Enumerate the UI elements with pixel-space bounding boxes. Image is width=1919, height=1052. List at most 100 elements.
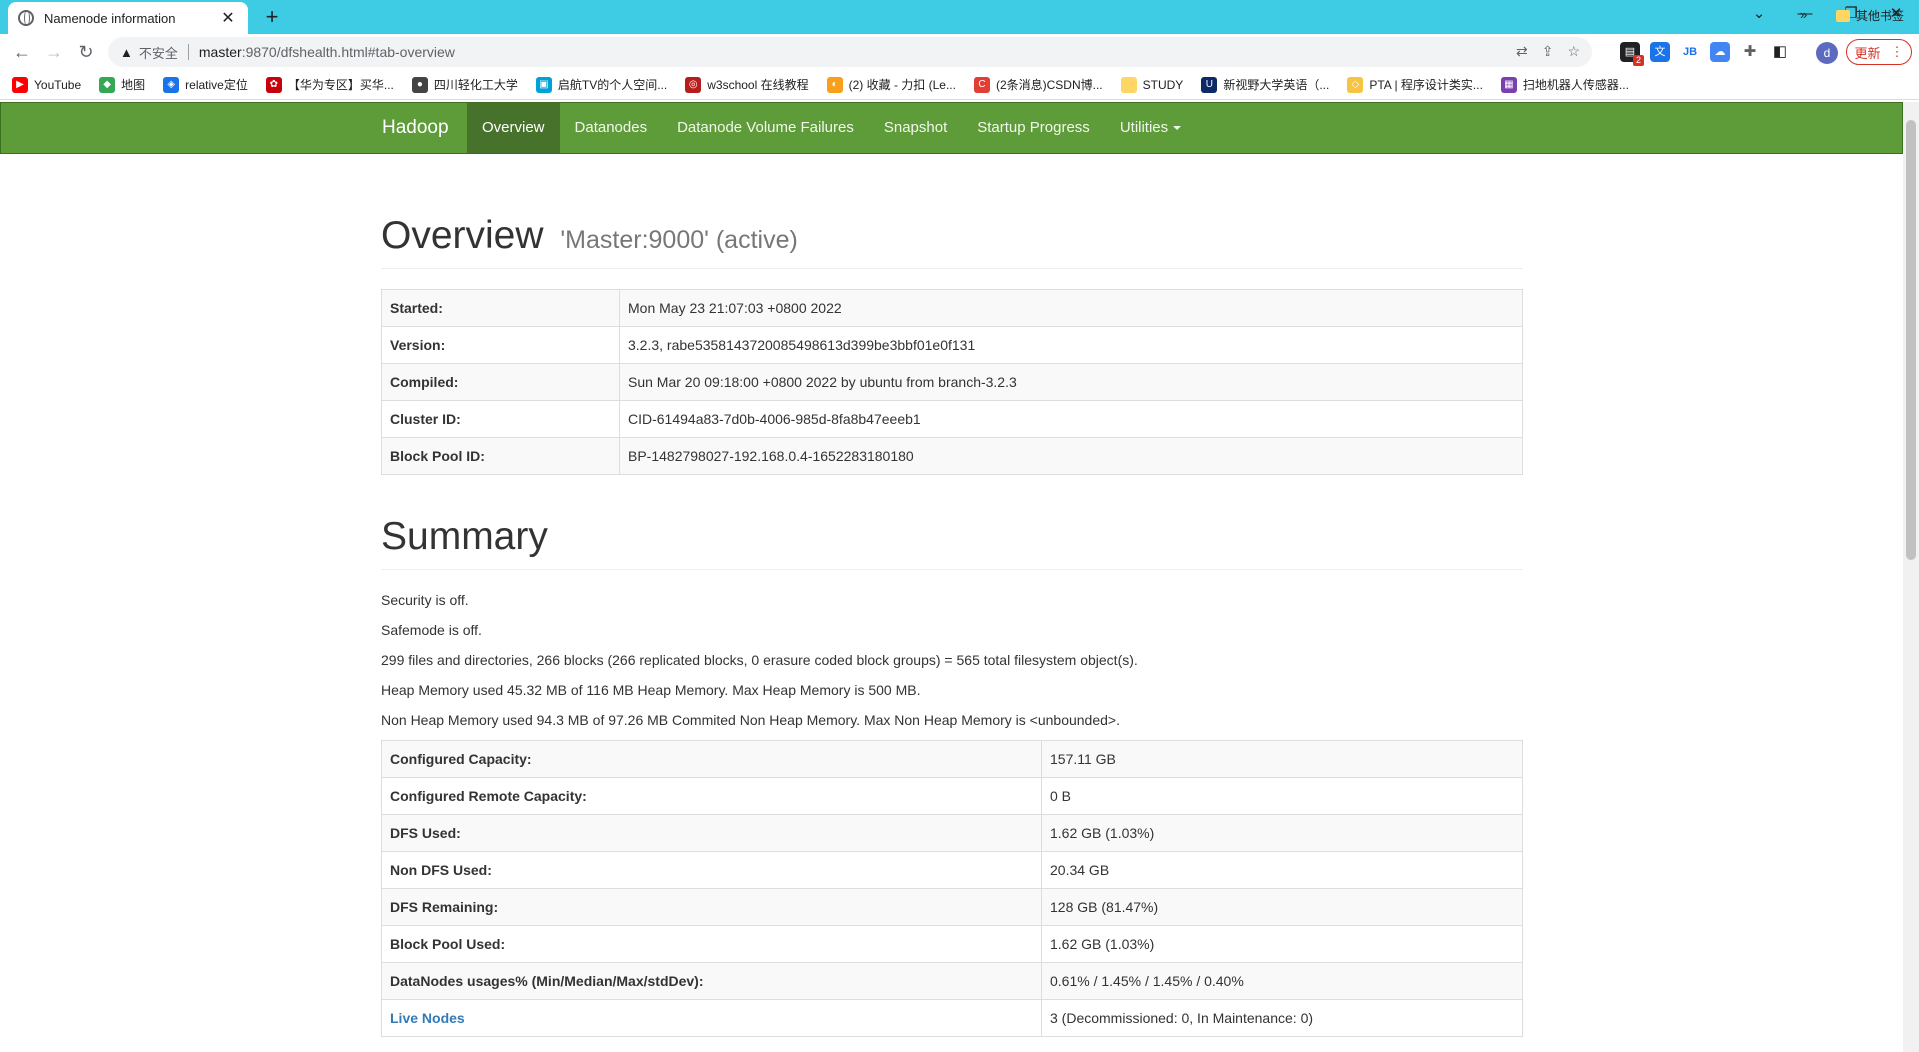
bookmark-item[interactable]: ◆ 地图 <box>99 76 145 93</box>
bookmark-item[interactable]: U 新视野大学英语（... <box>1201 76 1329 93</box>
overview-table: Started: Mon May 23 21:07:03 +0800 2022 Ve… <box>381 289 1523 475</box>
bookmark-favicon-icon: C <box>973 76 990 93</box>
row-value: Sun Mar 20 09:18:00 +0800 2022 by ubuntu… <box>619 363 1523 401</box>
bookmark-label: 启航TV的个人空间... <box>557 78 668 92</box>
puzzle-icon[interactable]: ✚ <box>1740 42 1760 62</box>
nav-startup-progress[interactable]: Startup Progress <box>962 103 1105 153</box>
row-label: Non DFS Used: <box>381 851 1042 889</box>
omnibox-divider <box>187 44 189 60</box>
other-bookmarks-folder[interactable]: 其他书签 <box>1836 7 1904 24</box>
bookmark-item[interactable]: ▶ YouTube <box>12 76 82 93</box>
summary-line: Security is off. <box>381 592 469 608</box>
row-label: DataNodes usages% (Min/Median/Max/stdDev… <box>381 962 1042 1000</box>
row-value: 3 (Decommissioned: 0, In Maintenance: 0) <box>1041 999 1523 1037</box>
nav-snapshot[interactable]: Snapshot <box>869 103 962 153</box>
kebab-menu-icon: ⋮ <box>1890 44 1904 59</box>
live-nodes-link[interactable]: Live Nodes <box>390 1010 465 1026</box>
insecure-label: 不安全 <box>138 45 178 61</box>
summary-title: Summary <box>381 515 548 558</box>
side-panel-icon[interactable]: ◧ <box>1770 42 1790 62</box>
table-row: Configured Remote Capacity: 0 B <box>381 777 1523 815</box>
address-bar[interactable]: ▲ 不安全 master:9870/dfshealth.html#tab-ove… <box>108 37 1592 67</box>
table-row: Non DFS Used: 20.34 GB <box>381 851 1523 889</box>
update-button[interactable]: 更新 ⋮ <box>1846 39 1912 65</box>
bookmark-label: 扫地机器人传感器... <box>1522 78 1629 92</box>
bookmark-item[interactable]: ✿ 【华为专区】买华... <box>265 76 394 93</box>
translate-extension-icon[interactable]: 文 <box>1650 42 1670 62</box>
reload-icon[interactable]: ↻ <box>74 40 98 64</box>
nav-datanode-volume-failures[interactable]: Datanode Volume Failures <box>662 103 869 153</box>
bookmark-item[interactable]: ◐ (2) 收藏 - 力扣 (Le... <box>826 76 956 93</box>
browser-tab[interactable]: Namenode information ✕ <box>8 2 248 34</box>
table-row: DFS Used: 1.62 GB (1.03%) <box>381 814 1523 852</box>
browser-tab-strip: Namenode information ✕ + ⌄ — ❐ ✕ <box>0 0 1919 34</box>
table-row: Compiled: Sun Mar 20 09:18:00 +0800 2022 … <box>381 363 1523 401</box>
bookmark-item[interactable]: ◇ PTA | 程序设计类实... <box>1347 76 1483 93</box>
navbar-brand[interactable]: Hadoop <box>382 103 449 153</box>
warning-triangle-icon: ▲ <box>120 44 133 60</box>
bookmark-favicon-icon: ✿ <box>265 76 282 93</box>
forward-arrow-icon[interactable]: → <box>42 40 66 64</box>
bookmarks-overflow-icon[interactable]: » <box>1800 7 1807 22</box>
share-icon[interactable]: ⇪ <box>1542 43 1554 60</box>
browser-toolbar: ← → ↻ ▲ 不安全 master:9870/dfshealth.html#t… <box>0 34 1919 70</box>
extension-icons: ▤ 2 文 JB ☁ ✚ ◧ <box>1620 42 1790 66</box>
tab-close-icon[interactable]: ✕ <box>218 8 238 28</box>
row-value: 3.2.3, rabe5358143720085498613d399be3bbf… <box>619 326 1523 364</box>
cloud-extension-icon[interactable]: ☁ <box>1710 42 1730 62</box>
caret-down-icon <box>1173 126 1182 131</box>
new-tab-button[interactable]: + <box>258 4 286 32</box>
bookmark-item[interactable]: ▣ 启航TV的个人空间... <box>535 76 668 93</box>
translate-icon[interactable]: ⇄ <box>1516 43 1528 60</box>
bookmark-item[interactable]: ◈ relative定位 <box>163 76 248 93</box>
nav-utilities-dropdown[interactable]: Utilities <box>1105 103 1196 153</box>
profile-avatar[interactable]: d <box>1816 42 1838 64</box>
summary-table: Configured Capacity: 157.11 GB Configured … <box>381 740 1523 1037</box>
bookmark-favicon-icon: ▶ <box>12 76 28 93</box>
bookmark-item[interactable]: ● 四川轻化工大学 <box>411 76 518 93</box>
table-row: Block Pool Used: 1.62 GB (1.03%) <box>381 925 1523 963</box>
extension-badge-count: 2 <box>1633 55 1644 66</box>
bookmark-favicon-icon: ▦ <box>1500 76 1517 93</box>
url-host: master <box>198 44 242 60</box>
bookmark-item[interactable]: STUDY <box>1120 76 1184 93</box>
url-path: :9870/dfshealth.html#tab-overview <box>241 44 455 60</box>
page-scrollbar[interactable] <box>1903 102 1919 1052</box>
bookmark-favicon-icon <box>1120 76 1137 93</box>
extension-badge-icon[interactable]: ▤ 2 <box>1620 42 1644 66</box>
back-arrow-icon[interactable]: ← <box>10 40 34 64</box>
nav-overview[interactable]: Overview <box>467 103 560 153</box>
row-label: Version: <box>381 326 620 364</box>
jetbrains-extension-icon[interactable]: JB <box>1680 42 1700 62</box>
table-row: Version: 3.2.3, rabe5358143720085498613d3… <box>381 326 1523 364</box>
bookmark-favicon-icon: ◐ <box>826 76 843 93</box>
summary-line: Heap Memory used 45.32 MB of 116 MB Heap… <box>381 682 921 698</box>
bookmark-favicon-icon: ◈ <box>163 76 180 93</box>
bookmark-label: YouTube <box>34 77 82 92</box>
bookmark-label: (2) 收藏 - 力扣 (Le... <box>848 78 956 92</box>
globe-icon <box>18 10 34 26</box>
summary-status-lines: Security is off. Safemode is off. 299 file… <box>381 590 1523 730</box>
tab-title: Namenode information <box>44 10 176 26</box>
scrollbar-thumb[interactable] <box>1906 120 1916 560</box>
table-row: Live Nodes 3 (Decommissioned: 0, In Maint… <box>381 999 1523 1037</box>
bookmark-item[interactable]: ◎ w3school 在线教程 <box>685 76 809 93</box>
row-value: 1.62 GB (1.03%) <box>1041 814 1523 852</box>
bookmark-item[interactable]: C (2条消息)CSDN博... <box>973 76 1103 93</box>
bookmark-item[interactable]: ▦ 扫地机器人传感器... <box>1500 76 1629 93</box>
bookmark-favicon-icon: ◇ <box>1347 76 1364 93</box>
nav-datanodes[interactable]: Datanodes <box>560 103 663 153</box>
bookmark-label: 【华为专区】买华... <box>287 78 394 92</box>
bookmark-label: 地图 <box>121 78 146 92</box>
star-icon[interactable]: ☆ <box>1567 43 1580 60</box>
bookmark-label: 四川轻化工大学 <box>433 78 518 92</box>
overview-header: Overview 'Master:9000' (active) <box>381 214 1523 269</box>
bookmarks-bar: ▶ YouTube ◆ 地图 ◈ relative定位 ✿ 【华为专区】买华... ● 四川轻化工… <box>0 70 1919 100</box>
tab-search-chevron-icon[interactable]: ⌄ <box>1736 0 1782 30</box>
page-title: Overview 'Master:9000' (active) <box>381 214 1523 258</box>
row-value: 157.11 GB <box>1041 740 1523 778</box>
bookmark-label: STUDY <box>1142 77 1184 92</box>
bookmark-favicon-icon: ● <box>411 76 428 93</box>
row-label: Block Pool ID: <box>381 437 620 475</box>
overview-subtitle: 'Master:9000' (active) <box>560 226 798 254</box>
